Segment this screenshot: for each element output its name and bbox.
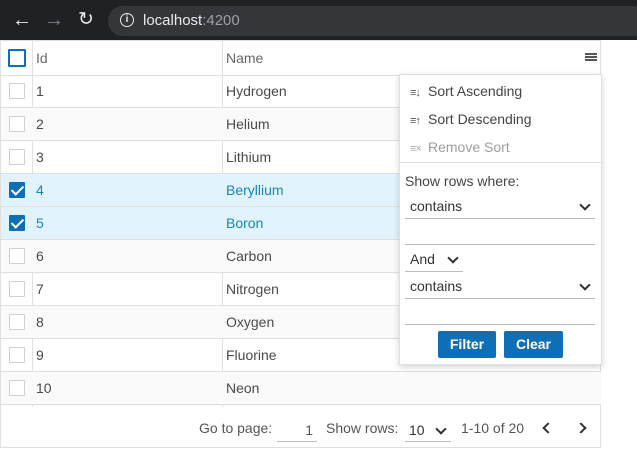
table-row[interactable]: 10 Neon <box>1 372 601 405</box>
filter-condition-2-value: contains <box>410 278 463 294</box>
cell-name: Beryllium <box>226 182 284 198</box>
cell-name: Helium <box>226 116 270 132</box>
url-text: localhost:4200 <box>143 12 240 30</box>
filter-button[interactable]: Filter <box>438 331 496 358</box>
page-range-text: 1-10 of 20 <box>461 420 525 436</box>
row-checkbox[interactable] <box>9 281 25 297</box>
row-checkbox[interactable] <box>9 182 25 198</box>
filter-condition-1-select[interactable]: contains <box>405 193 595 219</box>
forward-icon[interactable]: → <box>42 8 66 32</box>
pager: Go to page: 1 Show rows: 10 1-10 of 20 <box>1 408 601 448</box>
remove-sort-label: Remove Sort <box>428 139 510 155</box>
cell-id: 5 <box>36 215 44 231</box>
cell-id: 10 <box>36 380 52 396</box>
url-port: :4200 <box>202 12 240 29</box>
select-all-checkbox[interactable] <box>8 49 26 67</box>
show-rows-where-label: Show rows where: <box>405 173 520 189</box>
page-input[interactable]: 1 <box>277 416 317 442</box>
chevron-right-icon <box>575 422 587 434</box>
address-bar[interactable]: i localhost:4200 <box>108 6 637 36</box>
row-checkbox[interactable] <box>9 248 25 264</box>
chevron-down-icon <box>579 199 591 211</box>
cell-id: 2 <box>36 116 44 132</box>
column-header-id[interactable]: Id <box>36 41 48 75</box>
row-checkbox[interactable] <box>9 116 25 132</box>
cell-name: Neon <box>226 380 260 396</box>
cell-name: Nitrogen <box>226 281 279 297</box>
filter-value-2-input[interactable] <box>405 299 595 325</box>
sort-descending-item[interactable]: ≡↑ Sort Descending <box>410 107 532 131</box>
row-checkbox[interactable] <box>9 347 25 363</box>
cell-id: 9 <box>36 347 44 363</box>
cell-name: Oxygen <box>226 314 275 330</box>
filter-logic-select[interactable]: And <box>405 246 463 272</box>
url-host: localhost <box>143 12 203 29</box>
row-checkbox[interactable] <box>9 380 25 396</box>
cell-id: 7 <box>36 281 44 297</box>
filter-condition-2-select[interactable]: contains <box>405 273 595 299</box>
cell-id: 1 <box>36 83 44 99</box>
go-to-page-label: Go to page: <box>199 420 273 436</box>
column-header-name[interactable]: Name <box>226 41 263 75</box>
row-checkbox[interactable] <box>9 314 25 330</box>
column-menu-popup: ≡↓ Sort Ascending ≡↑ Sort Descending ≡× Rem… <box>399 74 602 365</box>
rows-per-page-value: 10 <box>409 422 425 438</box>
clear-button[interactable]: Clear <box>504 331 563 358</box>
cell-name: Boron <box>226 215 264 231</box>
menu-divider <box>400 162 601 163</box>
cell-id: 6 <box>36 248 44 264</box>
column-menu-icon[interactable] <box>585 53 597 63</box>
sort-descending-label: Sort Descending <box>428 111 532 127</box>
reload-icon[interactable]: ↻ <box>74 8 98 32</box>
next-page-button[interactable] <box>573 420 593 436</box>
filter-value-1-input[interactable] <box>405 219 595 245</box>
show-rows-label: Show rows: <box>326 420 399 436</box>
cell-name: Lithium <box>226 149 272 165</box>
chevron-down-icon <box>435 423 447 435</box>
cell-id: 4 <box>36 182 44 198</box>
row-checkbox[interactable] <box>9 149 25 165</box>
chevron-down-icon <box>579 279 591 291</box>
remove-sort-icon: ≡× <box>410 143 422 155</box>
sort-descending-icon: ≡↑ <box>410 115 421 127</box>
sort-ascending-label: Sort Ascending <box>428 83 523 99</box>
filter-logic-value: And <box>410 251 435 267</box>
grid-header: Id Name <box>1 41 601 76</box>
row-checkbox[interactable] <box>9 83 25 99</box>
cell-name: Hydrogen <box>226 83 287 99</box>
remove-sort-item[interactable]: ≡× Remove Sort <box>410 135 510 159</box>
cell-id: 8 <box>36 314 44 330</box>
previous-page-button[interactable] <box>537 420 557 436</box>
rows-per-page-select[interactable]: 10 <box>405 416 451 442</box>
filter-condition-1-value: contains <box>410 198 463 214</box>
cell-id: 3 <box>36 149 44 165</box>
sort-ascending-icon: ≡↓ <box>410 87 421 99</box>
info-icon[interactable]: i <box>120 13 134 27</box>
row-checkbox[interactable] <box>9 215 25 231</box>
back-icon[interactable]: ← <box>10 8 34 32</box>
chevron-left-icon <box>542 422 554 434</box>
chevron-down-icon <box>447 252 459 264</box>
sort-ascending-item[interactable]: ≡↓ Sort Ascending <box>410 79 522 103</box>
browser-toolbar: ← → ↻ i localhost:4200 <box>0 0 637 40</box>
cell-name: Fluorine <box>226 347 277 363</box>
cell-name: Carbon <box>226 248 272 264</box>
